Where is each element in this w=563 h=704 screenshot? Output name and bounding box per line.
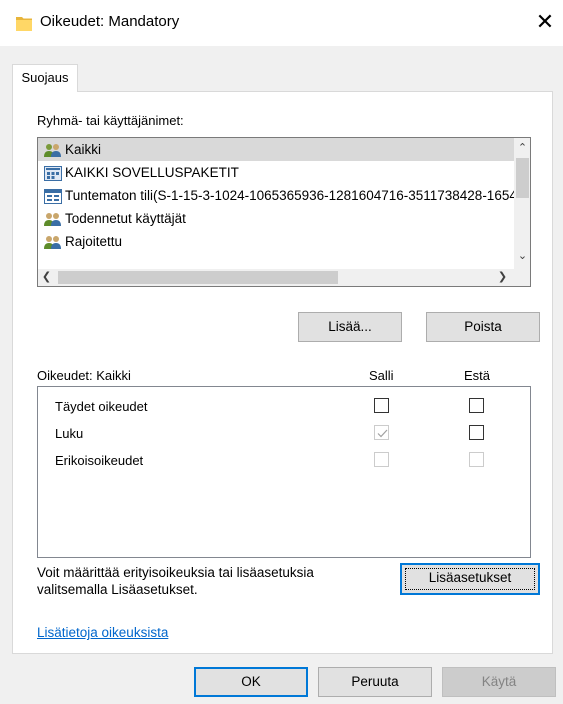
users-icon <box>44 142 62 157</box>
permissions-label: Oikeudet: Kaikki <box>37 368 131 383</box>
list-item[interactable]: Tuntematon tili(S-1-15-3-1024-1065365936… <box>38 184 514 207</box>
scroll-left-icon[interactable]: ❮ <box>38 271 55 283</box>
advanced-button[interactable]: Lisäasetukset <box>400 563 540 595</box>
list-item-label: Kaikki <box>65 142 102 157</box>
advanced-info-line-1: Voit määrittää erityisoikeuksia tai lisä… <box>37 565 314 580</box>
add-button[interactable]: Lisää... <box>298 312 402 342</box>
users-icon <box>44 211 62 226</box>
vertical-scrollbar[interactable]: ⌃ ⌄ <box>514 138 530 269</box>
close-icon[interactable]: ✕ <box>530 8 560 38</box>
cancel-button[interactable]: Peruuta <box>318 667 432 697</box>
permission-special-label: Erikoisoikeudet <box>55 453 144 468</box>
permissions-list: Täydet oikeudet Luku Erikoisoikeudet <box>37 386 531 558</box>
title-bar: Oikeudet: Mandatory ✕ <box>0 0 563 46</box>
read-allow-checkbox[interactable] <box>374 425 389 440</box>
ok-button[interactable]: OK <box>194 667 308 697</box>
groups-label: Ryhmä- tai käyttäjänimet: <box>37 113 184 128</box>
vertical-scroll-thumb[interactable] <box>516 158 529 198</box>
groups-listbox[interactable]: Kaikki KAIKKI SOVELLUSPAKETIT Tuntematon… <box>37 137 531 287</box>
deny-column-header: Estä <box>464 368 491 383</box>
list-item-label: KAIKKI SOVELLUSPAKETIT <box>65 165 239 180</box>
tab-panel-security: Ryhmä- tai käyttäjänimet: Kaikki KAIKKI … <box>12 91 553 654</box>
advanced-info-line-2: valitsemalla Lisäasetukset. <box>37 582 198 597</box>
permission-read-label: Luku <box>55 426 84 441</box>
advanced-info-text: Voit määrittää erityisoikeuksia tai lisä… <box>37 564 387 598</box>
list-item[interactable]: KAIKKI SOVELLUSPAKETIT <box>38 161 514 184</box>
list-item-label: Rajoitettu <box>65 234 123 249</box>
special-deny-checkbox[interactable] <box>469 452 484 467</box>
list-item-label: Tuntematon tili(S-1-15-3-1024-1065365936… <box>65 188 514 203</box>
scrollbar-corner <box>514 269 530 286</box>
window-title: Oikeudet: Mandatory <box>40 13 180 30</box>
horizontal-scrollbar[interactable]: ❮ ❯ <box>38 269 514 286</box>
scroll-down-icon[interactable]: ⌄ <box>514 250 530 262</box>
full-control-deny-checkbox[interactable] <box>469 398 484 413</box>
check-icon <box>377 429 388 438</box>
users-icon <box>44 234 62 249</box>
list-item-label: Todennetut käyttäjät <box>65 211 186 226</box>
scroll-up-icon[interactable]: ⌃ <box>514 142 530 154</box>
unknown-account-icon <box>44 188 62 204</box>
permissions-help-link[interactable]: Lisätietoja oikeuksista <box>37 625 168 640</box>
apply-button[interactable]: Käytä <box>442 667 556 697</box>
dialog-content: Suojaus Ryhmä- tai käyttäjänimet: Kaikki <box>0 46 563 704</box>
read-deny-checkbox[interactable] <box>469 425 484 440</box>
remove-button[interactable]: Poista <box>426 312 540 342</box>
tab-security[interactable]: Suojaus <box>12 64 78 92</box>
folder-icon <box>16 14 32 32</box>
permission-full-control-label: Täydet oikeudet <box>55 399 148 414</box>
allow-column-header: Salli <box>369 368 394 383</box>
scroll-right-icon[interactable]: ❯ <box>494 271 511 283</box>
horizontal-scroll-thumb[interactable] <box>58 271 338 284</box>
list-item[interactable]: Kaikki <box>38 138 514 161</box>
full-control-allow-checkbox[interactable] <box>374 398 389 413</box>
list-item[interactable]: Rajoitettu <box>38 230 514 253</box>
special-allow-checkbox[interactable] <box>374 452 389 467</box>
list-item[interactable]: Todennetut käyttäjät <box>38 207 514 230</box>
app-packages-icon <box>44 165 62 181</box>
